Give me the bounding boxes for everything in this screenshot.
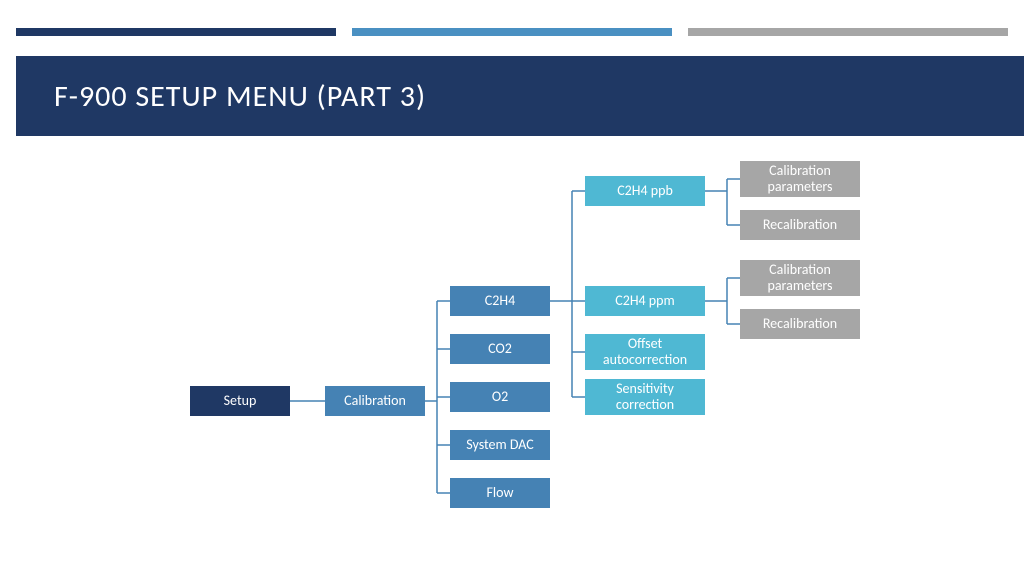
node-recalibration-1: Recalibration bbox=[740, 210, 860, 240]
node-o2: O2 bbox=[450, 382, 550, 412]
node-co2: CO2 bbox=[450, 334, 550, 364]
node-calibration-parameters-2: Calibration parameters bbox=[740, 260, 860, 296]
node-calibration-parameters-1: Calibration parameters bbox=[740, 161, 860, 197]
node-offset-autocorrection: Offset autocorrection bbox=[585, 334, 705, 370]
node-c2h4-ppb: C2H4 ppb bbox=[585, 176, 705, 206]
node-calibration: Calibration bbox=[325, 386, 425, 416]
node-system-dac: System DAC bbox=[450, 430, 550, 460]
node-c2h4-ppm: C2H4 ppm bbox=[585, 286, 705, 316]
node-recalibration-2: Recalibration bbox=[740, 309, 860, 339]
node-c2h4: C2H4 bbox=[450, 286, 550, 316]
node-sensitivity-correction: Sensitivity correction bbox=[585, 379, 705, 415]
diagram-canvas: Setup Calibration C2H4 CO2 O2 System DAC… bbox=[0, 0, 1024, 576]
node-setup: Setup bbox=[190, 386, 290, 416]
node-flow: Flow bbox=[450, 478, 550, 508]
